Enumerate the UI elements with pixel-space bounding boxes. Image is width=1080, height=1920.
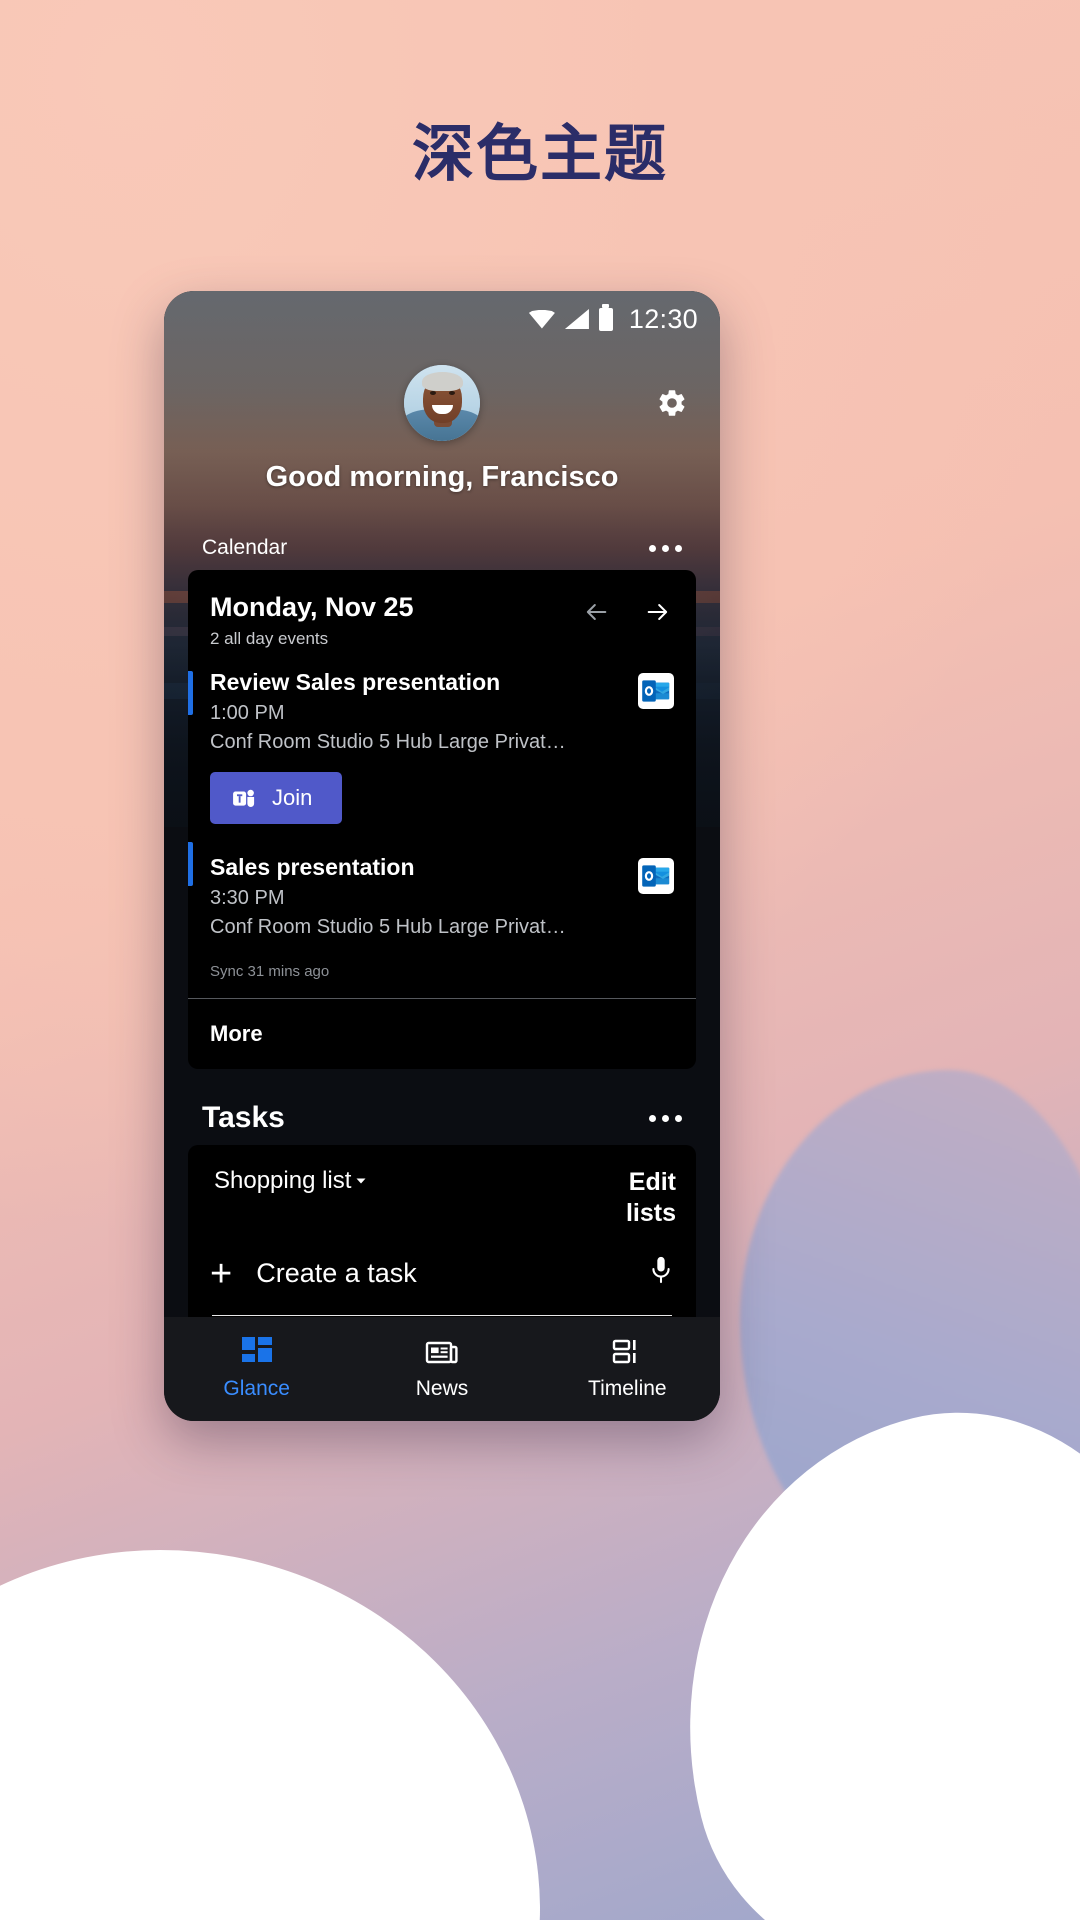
calendar-event-row[interactable]: Review Sales presentation 1:00 PM Conf R… <box>188 665 696 836</box>
phone-mockup: 12:30 Good morning, Francisco Calendar M… <box>164 291 720 1421</box>
nav-tab-timeline-label: Timeline <box>588 1377 667 1400</box>
outlook-glyph <box>642 680 670 702</box>
nav-tab-glance-label: Glance <box>223 1377 290 1400</box>
outlook-icon <box>638 858 674 895</box>
avatar[interactable] <box>404 365 480 441</box>
arrow-right-icon <box>647 604 668 620</box>
edit-lists-button[interactable]: Edit lists <box>584 1167 676 1228</box>
cellular-signal-icon <box>564 309 589 329</box>
status-bar-clock: 12:30 <box>628 303 698 334</box>
chevron-down-icon <box>356 1178 366 1184</box>
greeting-text: Good morning, Francisco <box>265 461 619 493</box>
calendar-card-header: Monday, Nov 25 2 all day events <box>188 570 696 665</box>
battery-icon <box>598 303 613 331</box>
calendar-sync-status: Sync 31 mins ago <box>188 945 696 1000</box>
screenshot-root: 深色主题 12:30 Good morning, Francisco Calen… <box>0 0 1080 1920</box>
calendar-date: Monday, Nov 25 <box>210 592 414 622</box>
plus-icon[interactable]: + <box>210 1255 232 1293</box>
event-accent-bar <box>188 671 193 716</box>
join-meeting-button[interactable]: Join <box>210 772 343 825</box>
event-title: Review Sales presentation <box>210 669 501 696</box>
glance-scroll-area: Calendar Monday, Nov 25 2 all day events <box>164 530 720 1421</box>
profile-row <box>164 347 720 459</box>
microphone-icon <box>652 1257 670 1284</box>
settings-button[interactable] <box>650 381 694 425</box>
page-title: 深色主题 <box>411 117 668 190</box>
create-task-input[interactable]: Create a task <box>256 1258 624 1289</box>
glance-grid-icon <box>241 1337 272 1367</box>
news-icon <box>425 1341 458 1364</box>
calendar-section-header: Calendar <box>188 530 696 570</box>
event-title: Sales presentation <box>210 854 415 881</box>
outlook-icon <box>638 673 674 710</box>
calendar-event-row[interactable]: Sales presentation 3:30 PM Conf Room Stu… <box>188 836 696 945</box>
calendar-next-button[interactable] <box>642 598 674 626</box>
nav-tab-news-label: News <box>415 1377 469 1400</box>
calendar-subtitle: 2 all day events <box>210 629 329 649</box>
status-bar: 12:30 <box>164 291 720 347</box>
event-accent-bar <box>188 842 193 887</box>
arrow-left-icon <box>586 604 607 620</box>
event-time: 3:30 PM <box>210 887 285 910</box>
task-list-name: Shopping list <box>214 1167 352 1195</box>
calendar-prev-button[interactable] <box>580 598 612 626</box>
nav-tab-timeline[interactable]: Timeline <box>535 1337 720 1401</box>
wifi-icon <box>528 309 555 329</box>
teams-icon <box>233 790 255 808</box>
event-location: Conf Room Studio 5 Hub Large Privat… <box>210 916 566 939</box>
calendar-section-label: Calendar <box>202 536 288 559</box>
join-button-label: Join <box>272 785 313 811</box>
nav-tab-glance[interactable]: Glance <box>164 1337 349 1401</box>
tasks-section-header: Tasks <box>188 1095 696 1145</box>
gear-icon <box>659 390 685 416</box>
tasks-section-label: Tasks <box>202 1101 285 1135</box>
calendar-overflow-button[interactable] <box>647 539 684 558</box>
task-list-selector[interactable]: Shopping list <box>214 1167 369 1195</box>
tasks-overflow-button[interactable] <box>647 1109 684 1128</box>
timeline-icon <box>613 1339 636 1364</box>
event-location: Conf Room Studio 5 Hub Large Privat… <box>210 731 566 754</box>
calendar-card: Monday, Nov 25 2 all day events Review S… <box>188 570 696 1070</box>
calendar-more-button[interactable]: More <box>188 999 696 1069</box>
bottom-navigation-bar: Glance News Timeline <box>164 1317 720 1421</box>
outlook-glyph <box>642 865 670 887</box>
microphone-button[interactable] <box>648 1254 674 1293</box>
nav-tab-news[interactable]: News <box>349 1337 534 1401</box>
event-time: 1:00 PM <box>210 702 285 725</box>
